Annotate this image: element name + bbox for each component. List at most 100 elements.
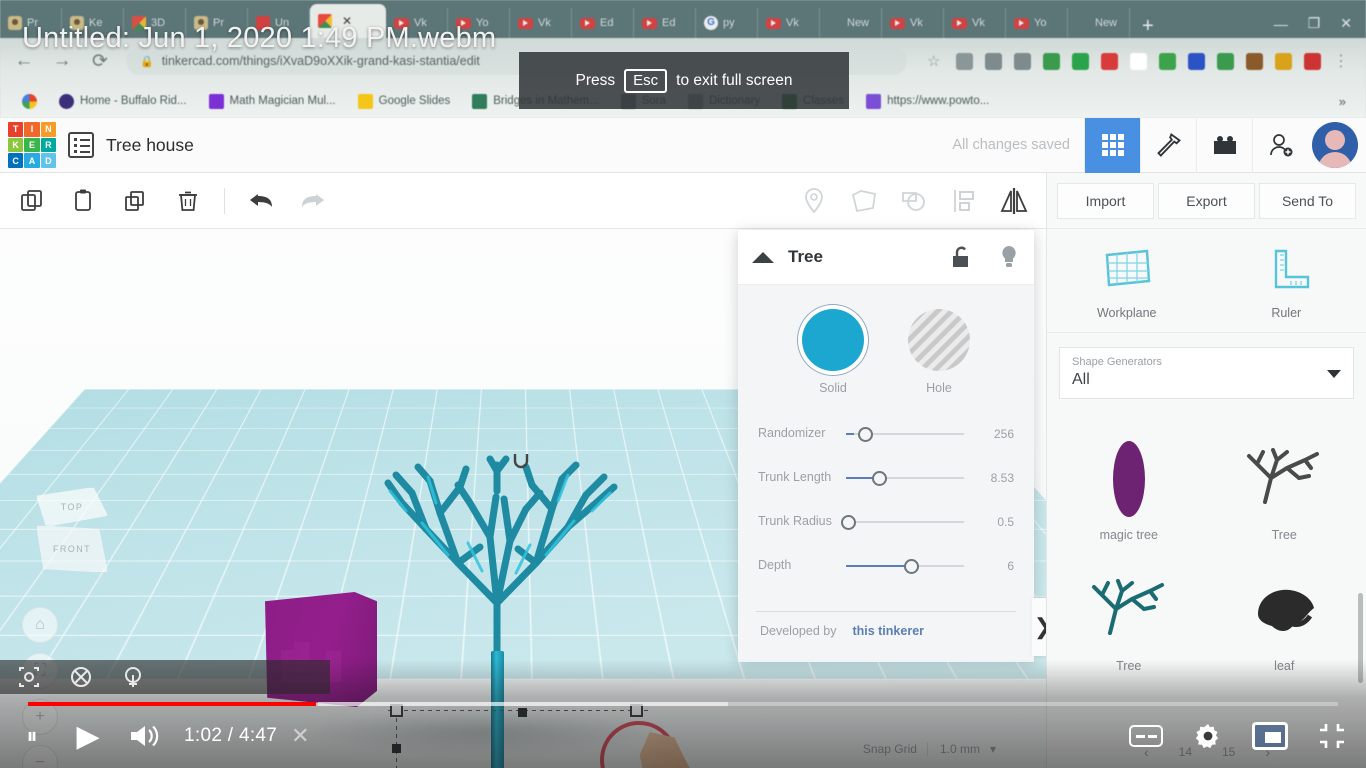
delete-icon[interactable] [166,179,210,223]
settings-button[interactable] [1184,712,1232,760]
chevron-down-icon[interactable] [1327,370,1341,378]
kami-icon[interactable] [1188,52,1205,70]
browser-tab-8[interactable]: Vk [510,8,572,38]
height-handle[interactable] [512,451,530,471]
slider-knob[interactable] [903,559,919,574]
slider-track[interactable] [846,557,964,575]
rotate-icon[interactable] [120,664,146,690]
bookmarks-overflow-button[interactable]: » [1339,94,1352,109]
shape-grid[interactable]: magic treeTreeTreeleaf [1047,409,1366,691]
bookmark-item-1[interactable]: Home - Buffalo Rid... [51,93,195,109]
colorful-icon[interactable] [1246,52,1263,70]
lightbulb-icon[interactable] [998,244,1020,270]
star-icon[interactable]: ☆ [927,53,944,70]
home-view-icon[interactable]: ⌂ [22,607,58,643]
shape-item-0[interactable]: magic tree [1051,419,1207,550]
invite-button[interactable] [1252,117,1308,173]
bookmark-icon[interactable] [1159,52,1176,70]
drive-icon[interactable] [1217,52,1234,70]
copy-icon[interactable] [10,179,54,223]
browser-tab-17[interactable]: New T [1068,8,1130,38]
collapse-caret-icon[interactable] [752,251,774,263]
hole-swatch[interactable]: Hole [908,309,970,395]
align-icon[interactable] [942,179,986,223]
ungroup-icon[interactable] [892,179,936,223]
minimize-button[interactable]: — [1274,16,1288,32]
slider-knob[interactable] [841,515,857,530]
slider-depth[interactable]: Depth 6 [758,557,1014,575]
note-icon[interactable] [792,179,836,223]
browser-tab-13[interactable]: New T [820,8,882,38]
new-tab-button[interactable]: + [1130,16,1166,38]
gold-icon[interactable] [1275,52,1292,70]
volume-button[interactable] [120,712,168,760]
shape-generators-select[interactable]: Shape Generators All [1059,347,1354,399]
bookmark-item-3[interactable]: Google Slides [350,93,459,109]
slider-trunk-length[interactable]: Trunk Length 8.53 [758,469,1014,487]
slider-track[interactable] [846,469,964,487]
red-shield-icon[interactable] [1304,52,1321,70]
slider-randomizer[interactable]: Randomizer 256 [758,425,1014,443]
browser-tab-11[interactable]: py [696,8,758,38]
import-button[interactable]: Import [1057,182,1154,219]
play-button[interactable]: ▶ [64,712,112,760]
slider-trunk-radius[interactable]: Trunk Radius 0.5 [758,513,1014,531]
pause-button[interactable]: ⏸ [8,712,56,760]
slider-knob[interactable] [872,471,888,486]
solid-swatch[interactable]: Solid [802,309,864,395]
paste-icon[interactable] [62,179,106,223]
bookmark-item-2[interactable]: Math Magician Mul... [201,93,344,109]
slider-group[interactable]: Randomizer 256 Trunk Length 8.53 Trunk Radiu… [754,399,1018,607]
duplicate-icon[interactable] [114,179,158,223]
view-cube-top[interactable]: TOP [36,487,108,527]
restore-button[interactable]: ❐ [1308,15,1321,32]
view-cube-front[interactable]: FRONT [36,525,108,573]
menu-dots-icon[interactable]: ⋮ [1333,53,1350,70]
workplane-tool[interactable]: Workplane [1047,245,1207,320]
swatch-group[interactable]: Solid Hole [754,303,1018,399]
slider-track[interactable] [841,513,964,531]
export-button[interactable]: Export [1158,182,1255,219]
green-doc-icon[interactable] [1043,52,1060,70]
grid-icon[interactable] [1014,52,1031,70]
extension-icons[interactable]: ☆ ⋮ [927,52,1354,70]
undo-icon[interactable] [239,179,283,223]
document-icon[interactable] [68,132,94,158]
browser-tab-10[interactable]: Ed [634,8,696,38]
browser-tab-14[interactable]: Vk [882,8,944,38]
cursor-icon[interactable] [1130,52,1147,70]
browser-tab-12[interactable]: Vk [758,8,820,38]
slider-knob[interactable] [857,427,873,442]
send-to-button[interactable]: Send To [1259,182,1356,219]
mirror-icon[interactable] [992,179,1036,223]
cc-button[interactable] [1122,712,1170,760]
shape-item-1[interactable]: Tree [1207,419,1363,550]
green-circle-icon[interactable] [1072,52,1089,70]
view-cube[interactable]: TOP FRONT [28,487,118,579]
miniplayer-button[interactable] [1246,712,1294,760]
browser-tab-9[interactable]: Ed [572,8,634,38]
bricks-view-button[interactable] [1196,117,1252,173]
player-overlay-icons[interactable] [0,660,330,694]
blocks-view-button[interactable] [1084,117,1140,173]
tinkercad-logo[interactable]: TIN KER CAD [8,122,56,168]
group-icon[interactable] [842,179,886,223]
bookmark-item-0[interactable] [14,93,45,109]
exit-fullscreen-button[interactable] [1308,712,1356,760]
cherry-icon[interactable] [1101,52,1118,70]
ruler-tool[interactable]: Ruler [1207,245,1366,320]
avatar[interactable] [1312,122,1358,168]
browser-tab-16[interactable]: Yo [1006,8,1068,38]
shield-icon[interactable] [956,52,973,70]
bookmark-item-8[interactable]: https://www.powto... [858,93,997,109]
slider-track[interactable] [846,425,964,443]
focus-icon[interactable] [16,664,42,690]
no-entry-icon[interactable] [68,664,94,690]
browser-tab-15[interactable]: Vk [944,8,1006,38]
developer-link[interactable]: this tinkerer [852,624,924,638]
download-icon[interactable] [985,52,1002,70]
progress-scrubber[interactable] [28,702,1338,706]
close-button[interactable]: ✕ [1340,15,1352,32]
edit-view-button[interactable] [1140,117,1196,173]
unlock-icon[interactable] [950,245,972,269]
